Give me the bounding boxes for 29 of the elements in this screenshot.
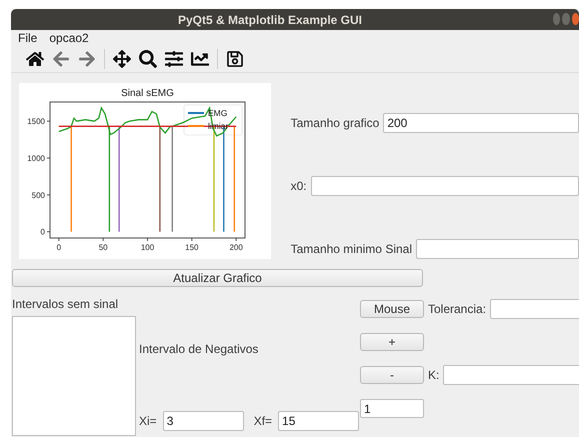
x-tick: 50 (98, 238, 108, 252)
y-tick: 1500 (27, 117, 50, 126)
x-tick: 200 (229, 238, 243, 252)
chart-title: Sinal sEMG (121, 88, 174, 99)
section-label: Intervalo de Negativos (139, 342, 260, 356)
y-tick-label: 500 (32, 190, 46, 200)
field-label: K: (428, 368, 440, 382)
field-label: x0: (290, 179, 307, 193)
y-tick: 500 (32, 190, 50, 200)
field-label: Tamanho minimo Sinal (290, 242, 412, 256)
field-label: Xf= (254, 414, 272, 428)
list-label: Intervalos sem sinal (12, 297, 120, 311)
y-tick-label: 1500 (27, 117, 46, 126)
x-tick-label: 150 (185, 243, 200, 252)
field-label: Tamanho grafico (290, 116, 380, 130)
y-tick-label: 1000 (27, 154, 46, 164)
y-tick: 0 (40, 228, 50, 237)
x-tick-label: 0 (56, 243, 62, 252)
x-tick-label: 100 (140, 243, 155, 252)
y-tick: 1000 (27, 154, 50, 164)
x-tick-label: 200 (229, 243, 244, 252)
x-tick: 100 (140, 238, 154, 252)
y-tick-label: 0 (40, 228, 46, 237)
field-label: Xi= (139, 414, 157, 428)
field-label: Tolerancia: (428, 302, 486, 316)
x-tick-label: 50 (98, 243, 108, 252)
x-tick: 0 (56, 238, 62, 252)
x-tick: 150 (185, 238, 198, 252)
window-title: PyQt5 & Matplotlib Example GUI (178, 12, 362, 26)
